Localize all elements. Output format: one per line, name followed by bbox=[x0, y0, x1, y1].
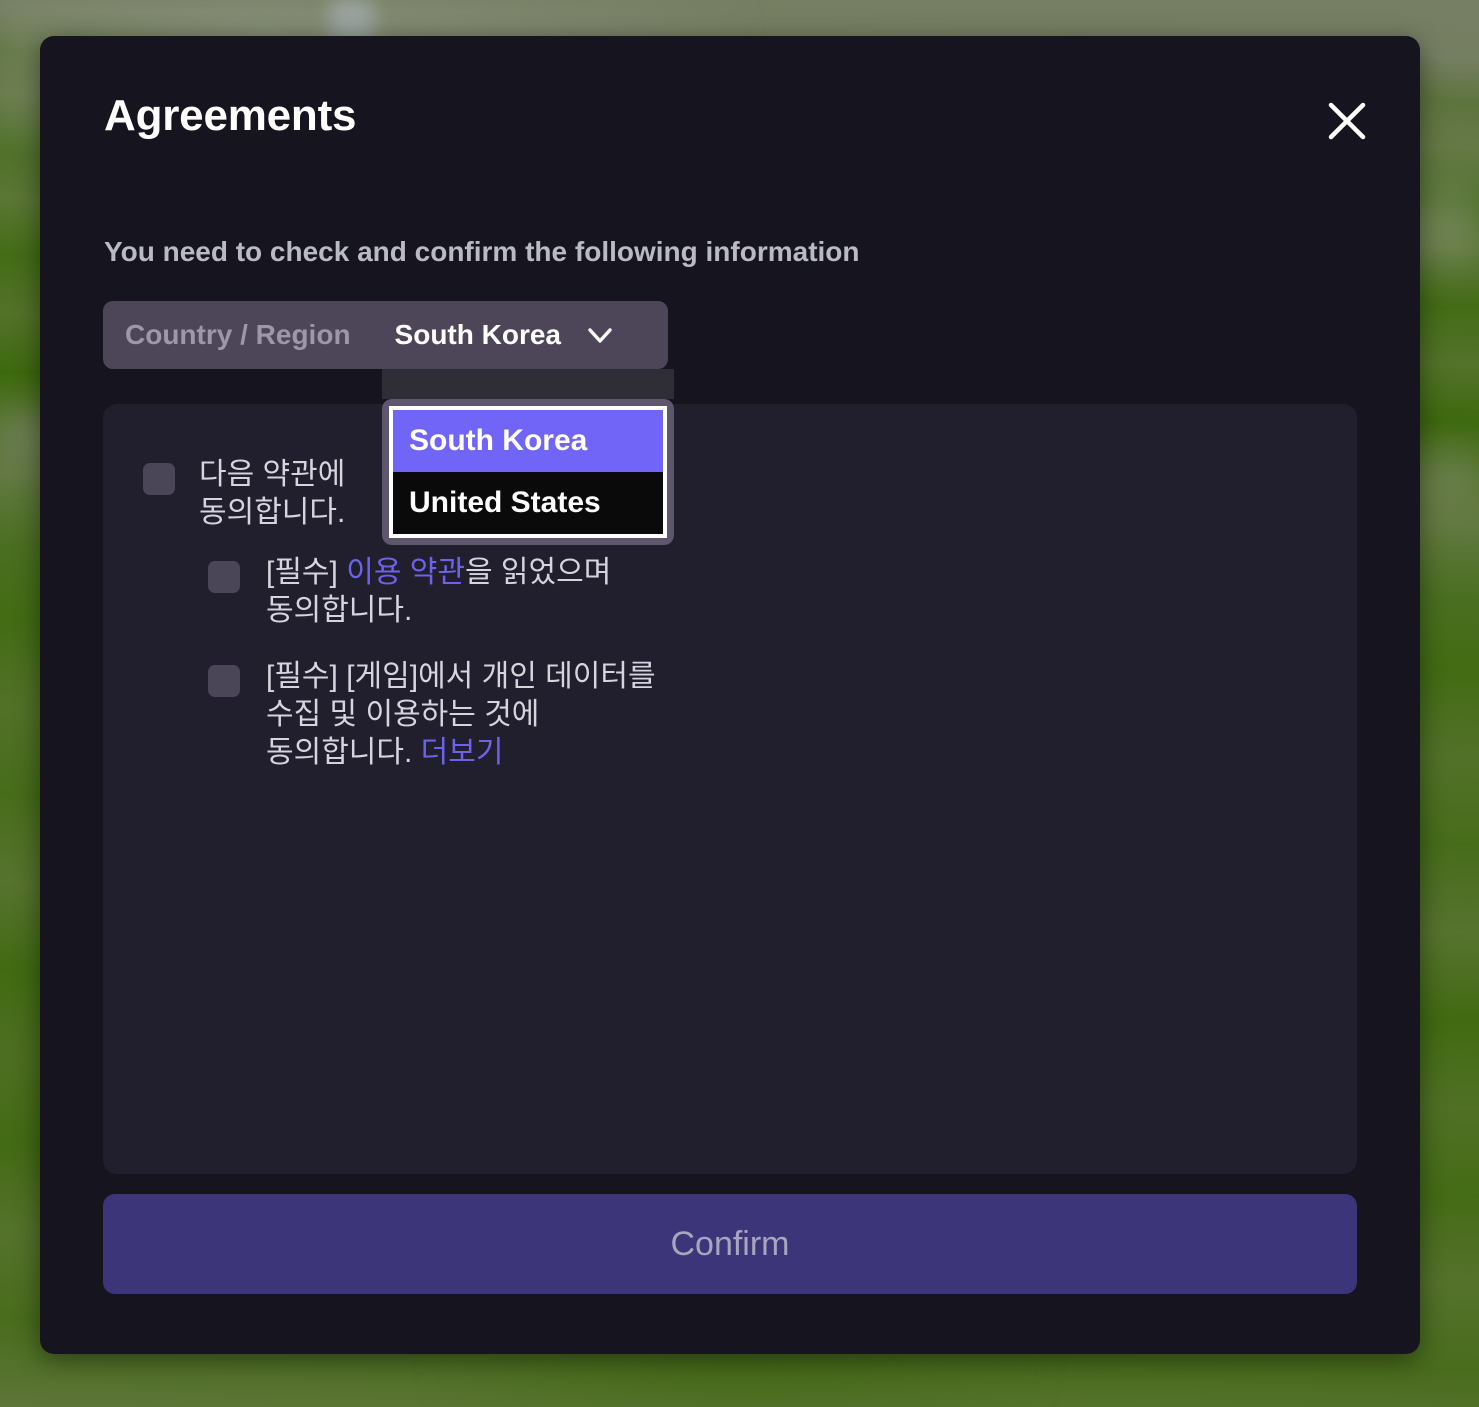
agreement-row: [필수] 이용 약관을 읽었으며 동의합니다. bbox=[208, 554, 611, 630]
agreement-tos-prefix: [필수] bbox=[266, 556, 347, 589]
dropdown-option-united-states[interactable]: United States bbox=[393, 472, 663, 534]
dropdown-frame: South Korea United States bbox=[382, 399, 674, 545]
close-icon bbox=[1325, 99, 1369, 143]
country-region-select[interactable]: Country / Region South Korea bbox=[103, 301, 668, 369]
agreement-row: [필수] [게임]에서 개인 데이터를 수집 및 이용하는 것에 동의합니다. … bbox=[208, 658, 656, 771]
agreements-scroll-panel[interactable]: 다음 약관에 동의합니다. [필수] 이용 약관을 읽었으며 동의합니다. [필… bbox=[103, 404, 1357, 1174]
country-region-dropdown: South Korea United States bbox=[382, 369, 674, 545]
checkbox-agree-all[interactable] bbox=[143, 463, 175, 495]
chevron-down-icon bbox=[583, 318, 617, 352]
close-button[interactable] bbox=[1314, 88, 1380, 154]
dropdown-shadow-strip bbox=[382, 369, 674, 399]
dialog-header: Agreements bbox=[40, 36, 1420, 216]
checkbox-agree-data-collection[interactable] bbox=[208, 665, 240, 697]
confirm-button[interactable]: Confirm bbox=[103, 1194, 1357, 1294]
agreement-row: 다음 약관에 동의합니다. bbox=[143, 456, 345, 532]
agreements-dialog: Agreements You need to check and confirm… bbox=[40, 36, 1420, 1354]
agreement-label-all: 다음 약관에 동의합니다. bbox=[199, 458, 346, 529]
country-region-value: South Korea bbox=[394, 319, 562, 350]
dropdown-option-list: South Korea United States bbox=[389, 406, 667, 538]
checkbox-agree-terms-of-service[interactable] bbox=[208, 561, 240, 593]
read-more-link[interactable]: 더보기 bbox=[421, 736, 504, 769]
page-title: Agreements bbox=[104, 91, 357, 140]
dropdown-option-south-korea[interactable]: South Korea bbox=[393, 410, 663, 472]
country-region-label: Country / Region bbox=[125, 319, 351, 350]
agreement-label-data-collection: [필수] [게임]에서 개인 데이터를 수집 및 이용하는 것에 동의합니다. … bbox=[266, 658, 656, 771]
dialog-subtitle: You need to check and confirm the follow… bbox=[104, 236, 860, 267]
terms-of-service-link[interactable]: 이용 약관 bbox=[346, 556, 465, 589]
agreement-label-terms-of-service: [필수] 이용 약관을 읽었으며 동의합니다. bbox=[266, 554, 611, 630]
